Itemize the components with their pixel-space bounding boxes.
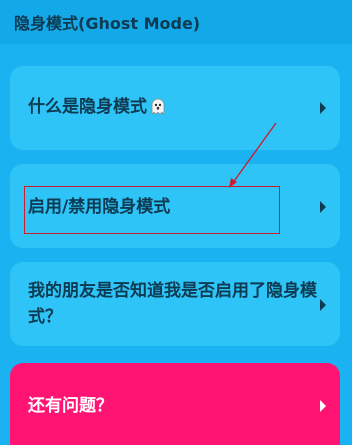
app-header: 隐身模式(Ghost Mode) [0, 0, 352, 44]
ghost-icon [149, 97, 167, 115]
chevron-right-icon [318, 298, 328, 312]
faq-item-do-friends-know[interactable]: 我的朋友是否知道我是否启用了隐身模式？ [10, 262, 340, 346]
faq-item-label: 什么是隐身模式 [28, 97, 147, 117]
highlight-box [24, 186, 280, 234]
faq-item-what-is-ghost-mode[interactable]: 什么是隐身模式 [10, 66, 340, 150]
faq-item-label: 我的朋友是否知道我是否启用了隐身模式？ [28, 281, 317, 327]
chevron-right-icon [318, 101, 328, 115]
more-questions-button[interactable]: 还有问题？ [10, 363, 340, 445]
page-title: 隐身模式(Ghost Mode) [14, 14, 201, 33]
chevron-right-icon [318, 399, 328, 413]
more-questions-label: 还有问题？ [28, 396, 113, 416]
chevron-right-icon [318, 200, 328, 214]
